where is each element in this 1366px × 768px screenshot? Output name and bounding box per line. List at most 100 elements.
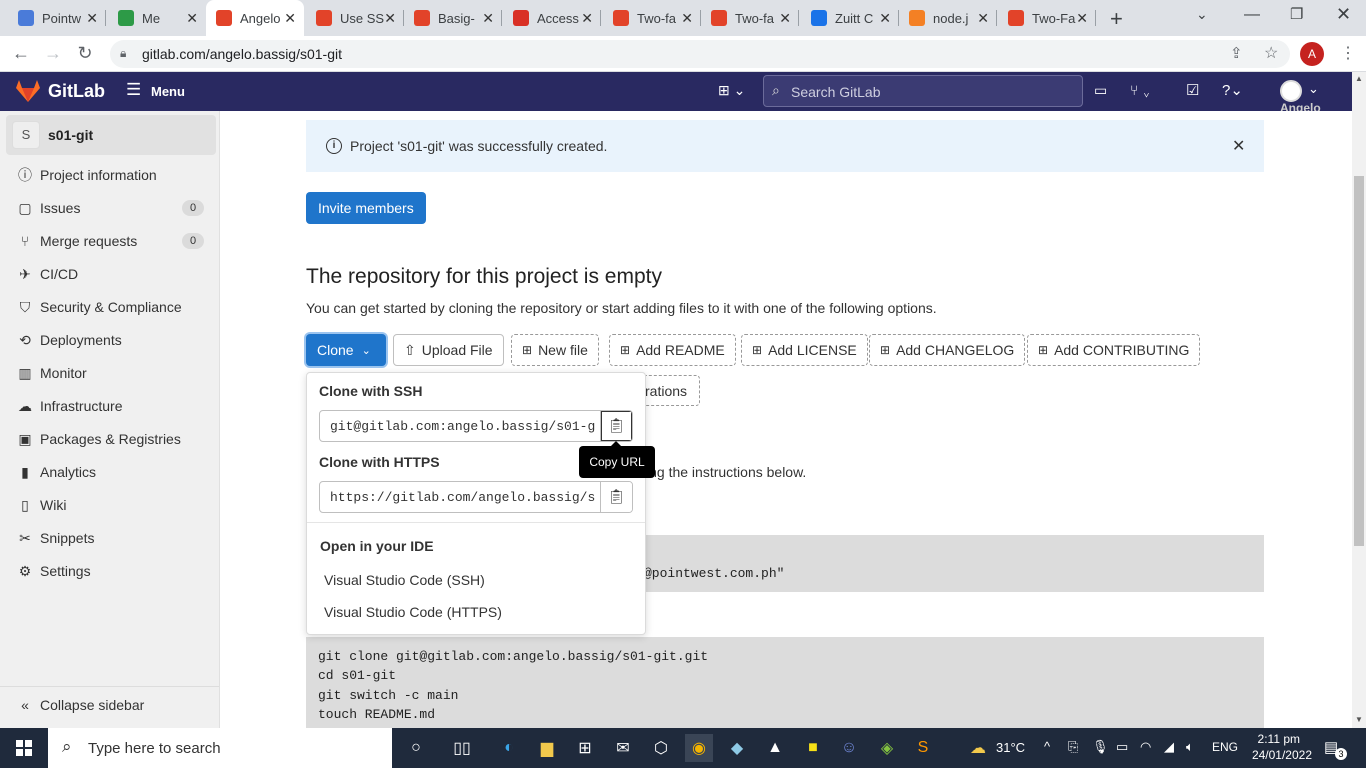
forward-icon[interactable]: → [42,43,64,64]
gitlab-logo-icon[interactable] [16,80,40,102]
new-tab-button[interactable]: + [1110,6,1123,32]
browser-tab[interactable]: Use SS ✕ [306,0,404,36]
file-explorer-icon[interactable]: ▆ [533,734,561,762]
profile-avatar[interactable]: A [1300,42,1324,66]
sticky-notes-icon[interactable]: ■ [799,734,827,762]
ide-option-vscode-https[interactable]: Visual Studio Code (HTTPS) [324,604,502,620]
microphone-icon[interactable]: 🎙︎ [1092,739,1109,755]
browser-menu-icon[interactable]: ⋮ [1340,43,1356,63]
scroll-up-icon[interactable]: ▲ [1355,74,1363,83]
maximize-icon[interactable]: ❐ [1290,5,1303,23]
battery-icon[interactable]: ▭ [1116,739,1128,755]
sublime-icon[interactable]: S [909,734,937,762]
sidebar-item-security-compliance[interactable]: ⛉ Security & Compliance [16,295,182,319]
tab-close-icon[interactable]: ✕ [384,10,396,27]
browser-tab[interactable]: Two-fa ✕ [603,0,701,36]
clock-date[interactable]: 24/01/2022 [1246,748,1312,762]
tab-close-icon[interactable]: ✕ [977,10,989,27]
scrollbar-thumb[interactable] [1354,176,1364,546]
close-icon[interactable]: ✕ [1232,136,1245,156]
add-changelog-button[interactable]: ⊞ Add CHANGELOG [869,334,1026,366]
tab-search-icon[interactable]: ⌄ [1196,6,1208,23]
collapse-sidebar-button[interactable]: « Collapse sidebar [16,693,144,717]
sidebar-item-analytics[interactable]: ▮ Analytics [16,460,96,484]
browser-tab[interactable]: Basig- ✕ [404,0,502,36]
tab-close-icon[interactable]: ✕ [482,10,494,27]
add-license-button[interactable]: ⊞ Add LICENSE [741,334,868,366]
merge-requests-nav-icon[interactable]: ⑂ ⌄ [1130,82,1151,98]
browser-tab[interactable]: Pointw ✕ [8,0,106,36]
discord-icon[interactable]: ☺ [835,734,863,762]
bookmark-star-icon[interactable]: ☆ [1264,43,1278,63]
sidebar-item-wiki[interactable]: ▯ Wiki [16,493,66,517]
tray-icon[interactable]: ⎘ [1068,739,1078,755]
tab-close-icon[interactable]: ✕ [681,10,693,27]
mail-icon[interactable]: ✉ [609,734,637,762]
menu-button[interactable]: Menu [151,84,185,99]
ide-option-vscode-ssh[interactable]: Visual Studio Code (SSH) [324,572,485,588]
minimize-icon[interactable]: — [1244,6,1260,24]
reload-icon[interactable]: ↻ [74,43,96,64]
new-file-button[interactable]: ⊞ New file [511,334,599,366]
browser-tab[interactable]: Two-fa ✕ [701,0,799,36]
create-new-icon[interactable]: ⊞ ⌄ [718,82,745,99]
tab-close-icon[interactable]: ✕ [284,10,296,27]
browser-tab[interactable]: Two-Fa ✕ [998,0,1096,36]
app-3d-icon[interactable]: ⬡ [647,734,675,762]
sidebar-item-deployments[interactable]: ⟲ Deployments [16,328,122,352]
network-icon[interactable]: ◢ [1164,739,1174,755]
copy-https-button[interactable]: 📋︎ [600,482,632,512]
tray-chevron-icon[interactable]: ^ [1044,739,1050,754]
url-field[interactable]: 🔒︎ gitlab.com/angelo.bassig/s01-git [110,40,1290,68]
tab-close-icon[interactable]: ✕ [86,10,98,27]
search-input[interactable]: ⌕ Search GitLab [763,75,1083,107]
clone-https-field[interactable]: https://gitlab.com/angelo.bassig/s01-git… [319,481,633,513]
issues-nav-icon[interactable]: ▭ [1094,82,1107,99]
store-icon[interactable]: ⊞ [571,734,599,762]
app-diamond-icon[interactable]: ◈ [873,734,901,762]
page-scrollbar[interactable]: ▲ ▼ [1352,72,1366,728]
browser-tab[interactable]: Angelo ✕ [206,0,304,36]
chrome-icon[interactable]: ◉ [685,734,713,762]
browser-tab[interactable]: Me ✕ [108,0,206,36]
tab-close-icon[interactable]: ✕ [581,10,593,27]
sidebar-item-infrastructure[interactable]: ☁ Infrastructure [16,394,122,418]
weather-icon[interactable]: ☁ [964,734,992,762]
upload-file-button[interactable]: ⇧ Upload File [393,334,504,366]
clock-time[interactable]: 2:11 pm [1252,732,1300,746]
sidebar-item-merge-requests[interactable]: ⑂ Merge requests [16,229,137,253]
scroll-down-icon[interactable]: ▼ [1355,715,1363,724]
user-avatar[interactable] [1280,80,1302,102]
browser-tab[interactable]: Zuitt C ✕ [801,0,899,36]
hamburger-icon[interactable]: ☰ [126,80,141,100]
add-readme-button[interactable]: ⊞ Add README [609,334,736,366]
user-menu-chevron-icon[interactable]: ⌄ [1308,81,1319,97]
tab-close-icon[interactable]: ✕ [1076,10,1088,27]
sidebar-item-settings[interactable]: ⚙ Settings [16,559,91,583]
invite-members-button[interactable]: Invite members [306,192,426,224]
tab-close-icon[interactable]: ✕ [779,10,791,27]
clone-ssh-field[interactable]: git@gitlab.com:angelo.bassig/s01-git.git… [319,410,633,442]
taskbar-search-box[interactable]: ⌕ Type here to search [48,728,392,768]
todo-icon[interactable]: ☑ [1186,81,1199,99]
sidebar-item-issues[interactable]: ▢ Issues [16,196,80,220]
sidebar-item-monitor[interactable]: ▥ Monitor [16,361,86,385]
copy-ssh-button[interactable]: 📋︎ [600,411,632,441]
wifi-icon[interactable]: ◠ [1140,739,1151,755]
app-icon[interactable]: ◆ [723,734,751,762]
browser-tab[interactable]: node.j ✕ [899,0,997,36]
add-contributing-button[interactable]: ⊞ Add CONTRIBUTING [1027,334,1201,366]
help-icon[interactable]: ?⌄ [1222,81,1243,99]
weather-temp[interactable]: 31°C [996,740,1025,755]
sidebar-item-snippets[interactable]: ✂ Snippets [16,526,94,550]
volume-icon[interactable]: 🔈︎ [1186,739,1194,755]
clone-button[interactable]: Clone ⌄ [306,334,386,366]
project-header[interactable]: S s01-git [6,115,216,155]
windows-start-icon[interactable] [10,734,38,762]
language-indicator[interactable]: ENG [1212,740,1238,754]
brand-name[interactable]: GitLab [48,81,105,102]
task-view-icon[interactable]: ▯▯ [448,734,476,762]
tab-close-icon[interactable]: ✕ [186,10,198,27]
sidebar-item-project-information[interactable]: ⓘ Project information [16,163,157,187]
browser-tab[interactable]: Access ✕ [503,0,601,36]
